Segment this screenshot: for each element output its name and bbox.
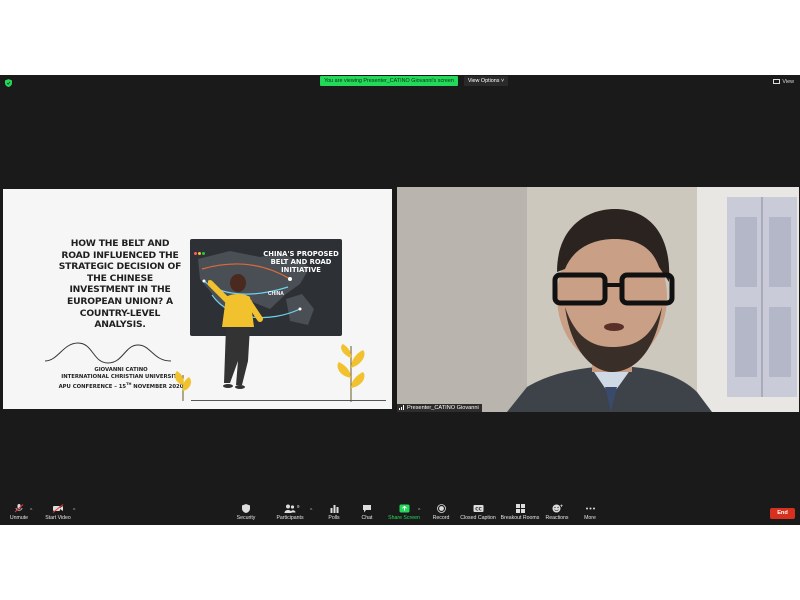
- signal-bars-icon: [399, 405, 404, 411]
- slide-university: INTERNATIONAL CHRISTIAN UNIVERSITY: [61, 374, 181, 380]
- participant-name: Presenter_CATINO Giovanni: [407, 405, 479, 411]
- polls-label: Polls: [328, 515, 340, 521]
- security-label: Security: [236, 515, 256, 521]
- slide-conference-prefix: APU CONFERENCE – 15: [58, 383, 127, 390]
- wave-decoration: [44, 342, 172, 364]
- start-video-label: Start Video: [45, 515, 71, 521]
- closed-caption-icon: CC: [473, 505, 483, 513]
- view-options-button[interactable]: View Options ˅: [464, 76, 508, 86]
- start-video-button[interactable]: Start Video: [43, 504, 73, 521]
- svg-text:CC: CC: [475, 507, 482, 513]
- zoom-meeting-window: You are viewing Presenter_CATINO Giovann…: [0, 75, 800, 525]
- audio-options-caret[interactable]: ^: [30, 508, 32, 514]
- record-button[interactable]: Record: [430, 504, 452, 521]
- mic-muted-icon: [14, 504, 24, 513]
- participants-button[interactable]: Participants: [274, 504, 306, 521]
- slide-conference-sup: TH: [126, 382, 132, 386]
- share-screen-icon: [399, 504, 409, 513]
- leaf-large-decoration: [337, 344, 365, 402]
- unmute-label: Unmute: [9, 515, 29, 521]
- meeting-toolbar: Unmute ^ Start Video ^ Security Particip…: [0, 502, 800, 525]
- share-screen-button[interactable]: Share Screen: [388, 504, 420, 521]
- more-button[interactable]: More: [580, 504, 600, 521]
- polls-button[interactable]: Polls: [325, 504, 343, 521]
- view-button[interactable]: View: [773, 78, 794, 86]
- slide-baseline: [191, 400, 386, 401]
- more-icon: [585, 507, 595, 510]
- participant-name-label: Presenter_CATINO Giovanni: [397, 404, 482, 412]
- video-options-caret[interactable]: ^: [73, 508, 75, 514]
- view-label: View: [782, 79, 794, 85]
- participants-count: 9: [297, 504, 300, 509]
- video-off-icon: [52, 504, 64, 513]
- breakout-rooms-label: Breakout Rooms: [500, 515, 540, 521]
- map-title: CHINA'S PROPOSED BELT AND ROAD INITIATIV…: [263, 250, 339, 274]
- closed-caption-label: Closed Caption: [460, 515, 496, 521]
- record-icon: [436, 504, 446, 513]
- more-label: More: [584, 515, 596, 521]
- reactions-button[interactable]: Reactions: [544, 504, 570, 521]
- share-screen-options-caret[interactable]: ^: [418, 508, 420, 514]
- presenter-illustration: [208, 274, 263, 389]
- window-dots: [194, 242, 206, 260]
- top-bar: You are viewing Presenter_CATINO Giovann…: [0, 75, 800, 89]
- map-country-label: CHINA: [268, 291, 284, 297]
- chat-label: Chat: [361, 515, 373, 521]
- reactions-icon: [552, 504, 563, 513]
- breakout-rooms-button[interactable]: Breakout Rooms: [500, 504, 540, 521]
- chevron-down-icon: ˅: [501, 78, 505, 84]
- video-tile-presenter[interactable]: Presenter_CATINO Giovanni: [397, 187, 799, 412]
- end-meeting-button[interactable]: End: [770, 508, 795, 519]
- slide-conference: APU CONFERENCE – 15TH NOVEMBER 2020: [51, 381, 191, 390]
- security-button[interactable]: Security: [233, 504, 259, 521]
- breakout-rooms-icon: [515, 504, 525, 513]
- share-screen-label: Share Screen: [388, 515, 420, 521]
- participants-icon: [284, 504, 296, 513]
- viewing-screen-banner: You are viewing Presenter_CATINO Giovann…: [320, 76, 458, 86]
- presenter-video-feed: [397, 187, 799, 412]
- shared-screen-slide: HOW THE BELT AND ROAD INFLUENCED THE STR…: [3, 189, 392, 409]
- view-icon: [773, 79, 781, 85]
- closed-caption-button[interactable]: CC Closed Caption: [459, 504, 497, 521]
- reactions-label: Reactions: [545, 515, 569, 521]
- chat-icon: [363, 505, 371, 513]
- slide-author: GIOVANNI CATINO: [94, 367, 148, 373]
- participants-label: Participants: [276, 515, 304, 521]
- security-icon: [242, 504, 250, 513]
- slide-title: HOW THE BELT AND ROAD INFLUENCED THE STR…: [58, 238, 182, 331]
- leaf-small-decoration: [175, 371, 191, 401]
- chat-button[interactable]: Chat: [358, 504, 376, 521]
- participants-options-caret[interactable]: ^: [310, 508, 312, 514]
- unmute-button[interactable]: Unmute: [8, 504, 30, 521]
- shield-icon[interactable]: [5, 79, 12, 87]
- polls-icon: [330, 505, 338, 513]
- view-options-label: View Options: [467, 78, 500, 84]
- record-label: Record: [432, 515, 450, 521]
